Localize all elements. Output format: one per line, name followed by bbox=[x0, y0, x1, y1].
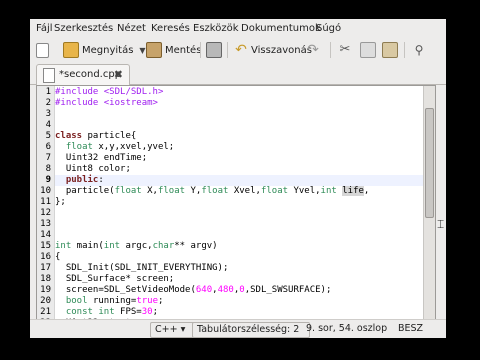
gedit-window: Fájl Szerkesztés Nézet Keresés Eszközök … bbox=[30, 19, 446, 338]
toolbar: Megnyitás ▼ Mentés ↶ Visszavonás ↷ ✂ ⚲ bbox=[30, 39, 446, 61]
code-line[interactable]: screen=SDL_SetVideoMode(640,480,0,SDL_SW… bbox=[55, 285, 332, 296]
cut-button[interactable]: ✂ bbox=[338, 41, 355, 59]
mouse-pointer-icon: ⌶ bbox=[437, 217, 445, 231]
line-number: 4 bbox=[45, 120, 51, 130]
chevron-down-icon[interactable]: ▼ bbox=[139, 46, 145, 55]
line-number: 19 bbox=[40, 285, 51, 295]
menu-view[interactable]: Nézet bbox=[117, 23, 146, 34]
undo-label: Visszavonás bbox=[251, 44, 312, 56]
cursor-position: 9. sor, 54. oszlop bbox=[306, 323, 388, 334]
line-number: 17 bbox=[40, 263, 51, 273]
folder-icon bbox=[63, 42, 79, 58]
line-number: 20 bbox=[40, 296, 51, 306]
paste-icon bbox=[382, 42, 398, 58]
line-number: 15 bbox=[40, 241, 51, 251]
copy-icon bbox=[360, 42, 376, 58]
code-line[interactable]: float x,y,xvel,yvel; bbox=[55, 142, 174, 153]
code-line[interactable]: bool running=true; bbox=[55, 296, 164, 307]
code-editor[interactable]: 1 #include <SDL/SDL.h> 2 #include <iostream… bbox=[36, 85, 436, 320]
vertical-scrollbar[interactable] bbox=[423, 86, 435, 319]
menu-documents[interactable]: Dokumentumok bbox=[241, 23, 321, 34]
line-number: 8 bbox=[45, 164, 51, 174]
code-line[interactable]: int main(int argc,char** argv) bbox=[55, 241, 218, 252]
save-icon bbox=[146, 42, 162, 58]
line-number: 21 bbox=[40, 307, 51, 317]
line-number: 2 bbox=[45, 98, 51, 108]
scrollbar-thumb[interactable] bbox=[425, 108, 434, 218]
document-tabs: *second.cpp ✖ bbox=[30, 62, 446, 85]
open-button[interactable]: Megnyitás ▼ bbox=[63, 41, 146, 59]
menu-search[interactable]: Keresés bbox=[151, 23, 190, 34]
line-number: 18 bbox=[40, 274, 51, 284]
code-line[interactable]: SDL_Surface* screen; bbox=[55, 274, 174, 285]
undo-button[interactable]: ↶ Visszavonás bbox=[234, 41, 312, 59]
print-button[interactable] bbox=[206, 41, 225, 59]
code-line[interactable]: particle(float X,float Y,float Xvel,floa… bbox=[55, 186, 369, 197]
line-number: 5 bbox=[45, 131, 51, 141]
menu-edit[interactable]: Szerkesztés bbox=[54, 23, 113, 34]
paste-button[interactable] bbox=[382, 41, 401, 59]
code-line[interactable]: #include <iostream> bbox=[55, 98, 158, 109]
line-number: 1 bbox=[45, 87, 51, 97]
close-icon[interactable]: ✖ bbox=[114, 68, 123, 81]
code-line[interactable]: }; bbox=[55, 197, 66, 208]
menubar: Fájl Szerkesztés Nézet Keresés Eszközök … bbox=[30, 19, 446, 39]
toolbar-separator bbox=[227, 42, 228, 58]
line-number: 10 bbox=[40, 186, 51, 196]
save-label: Mentés bbox=[165, 44, 202, 56]
line-number: 9 bbox=[45, 175, 51, 185]
current-line-highlight bbox=[55, 175, 423, 186]
insert-mode: BESZ bbox=[398, 323, 424, 334]
toolbar-separator bbox=[330, 42, 331, 58]
code-line[interactable]: Uint32 endTime; bbox=[55, 153, 147, 164]
code-line[interactable]: SDL_Init(SDL_INIT_EVERYTHING); bbox=[55, 263, 229, 274]
statusbar: C++ ▾ Tabulátorszélesség: 2 ▾ 9. sor, 54… bbox=[30, 319, 446, 338]
undo-icon: ↶ bbox=[235, 42, 247, 58]
language-selector[interactable]: C++ ▾ bbox=[150, 322, 196, 338]
line-number: 16 bbox=[40, 252, 51, 262]
code-line[interactable]: { bbox=[55, 252, 60, 263]
search-icon: ⚲ bbox=[414, 43, 424, 57]
redo-icon: ↷ bbox=[307, 42, 319, 58]
save-button[interactable]: Mentés bbox=[146, 41, 201, 59]
copy-button[interactable] bbox=[360, 41, 379, 59]
open-label: Megnyitás bbox=[82, 44, 134, 56]
tab-second-cpp[interactable]: *second.cpp ✖ bbox=[36, 64, 130, 85]
scissors-icon: ✂ bbox=[339, 42, 351, 57]
new-document-icon bbox=[36, 42, 49, 58]
line-number: 13 bbox=[40, 219, 51, 229]
document-icon bbox=[43, 68, 55, 83]
code-line[interactable]: Uint8 color; bbox=[55, 164, 131, 175]
menu-tools[interactable]: Eszközök bbox=[193, 23, 239, 34]
code-line[interactable]: const int FPS=30; bbox=[55, 307, 158, 318]
code-line[interactable]: #include <SDL/SDL.h> bbox=[55, 87, 163, 98]
line-number: 12 bbox=[40, 208, 51, 218]
code-line[interactable]: class particle{ bbox=[55, 131, 136, 142]
tab-title: *second.cpp bbox=[59, 69, 122, 80]
new-button[interactable] bbox=[36, 41, 52, 59]
line-number: 14 bbox=[40, 230, 51, 240]
menu-file[interactable]: Fájl bbox=[36, 23, 53, 34]
line-number: 7 bbox=[45, 153, 51, 163]
line-number: 11 bbox=[40, 197, 51, 207]
toolbar-separator bbox=[200, 42, 201, 58]
line-number: 3 bbox=[45, 109, 51, 119]
tab-width-selector[interactable]: Tabulátorszélesség: 2 ▾ bbox=[192, 322, 310, 338]
code-line[interactable]: public: bbox=[55, 175, 104, 186]
menu-help[interactable]: Súgó bbox=[316, 23, 341, 34]
print-icon bbox=[206, 42, 222, 58]
line-number: 6 bbox=[45, 142, 51, 152]
redo-button[interactable]: ↷ bbox=[306, 41, 323, 59]
find-button[interactable]: ⚲ bbox=[412, 41, 429, 59]
toolbar-separator bbox=[404, 42, 405, 58]
